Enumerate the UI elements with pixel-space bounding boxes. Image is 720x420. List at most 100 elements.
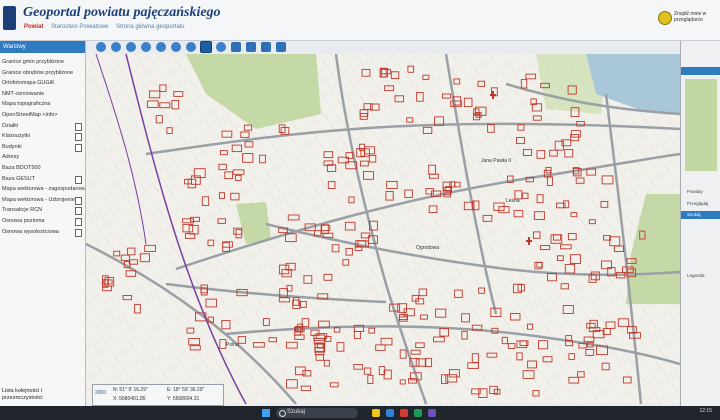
layer-item[interactable]: Klasoużytki	[0, 131, 85, 142]
page-title: Geoportal powiatu pajęczańskiego	[23, 5, 221, 20]
layer-item[interactable]: Transakcje RCN	[0, 205, 85, 216]
full-extent-icon[interactable]	[186, 42, 196, 52]
breadcrumb-item[interactable]: Powiat	[24, 24, 43, 30]
layer-item[interactable]: Baza BDOT500	[0, 163, 85, 174]
taskbar-clock: 12:15	[699, 408, 712, 414]
file-explorer-icon[interactable]	[372, 409, 380, 417]
sidebar-title[interactable]: Warstwy	[0, 41, 85, 53]
coord-e: E: 18° 59' 36.29"	[167, 387, 205, 393]
search-icon	[279, 410, 286, 417]
next-view-icon[interactable]	[171, 42, 181, 52]
layer-item[interactable]: Osnowa wysokościowa	[0, 227, 85, 238]
document-icon[interactable]	[75, 228, 82, 237]
document-icon[interactable]	[75, 217, 82, 226]
breadcrumb-item[interactable]: Starostwo Powiatowe	[51, 24, 108, 30]
layer-label: Mapa topograficzna	[2, 101, 51, 108]
layer-label: Granice gmin przybliżone	[2, 59, 65, 65]
os-taskbar: Szukaj 12:15	[0, 406, 720, 420]
layer-item[interactable]: Mapa topograficzna	[0, 99, 85, 110]
layer-item[interactable]: NMT-cieniowanie	[0, 89, 85, 100]
street-label: Polna	[226, 342, 239, 348]
globe-icon[interactable]	[261, 42, 271, 52]
layer-label: Baza GESUT	[2, 175, 36, 182]
layer-item[interactable]: Działki	[0, 121, 85, 132]
browser-icon[interactable]	[386, 409, 394, 417]
locate-me-widget[interactable]: Znajdź mnie w przeglądarce	[658, 9, 712, 33]
zoom-rect-icon[interactable]	[141, 42, 151, 52]
document-icon[interactable]	[75, 196, 82, 205]
identify-icon[interactable]	[216, 42, 226, 52]
breadcrumb: Powiat Starostwo Powiatowe Strona główna…	[24, 24, 190, 30]
layer-item[interactable]: Adresy	[0, 152, 85, 163]
layer-label: Ortofotomapa GUGiK	[2, 80, 55, 87]
coord-x: X: 5680401.85	[113, 396, 146, 402]
search-placeholder: Szukaj	[287, 409, 306, 415]
layer-item[interactable]: Ortofotomapa GUGiK	[0, 78, 85, 89]
panel-item-search: Szukaj	[687, 212, 701, 217]
right-panel: Powiaty Przeglądaj Szukaj Legenda	[680, 41, 720, 406]
panel-item-browse[interactable]: Przeglądaj	[687, 201, 708, 206]
layer-label: Osnowa wysokościowa	[2, 228, 59, 235]
street-label: Jana Pawła II	[481, 158, 511, 164]
location-pin-icon	[658, 11, 672, 25]
layer-label: Adresy	[2, 154, 20, 161]
panel-item-powiaty[interactable]: Powiaty	[687, 189, 703, 194]
layer-order-label: przezroczystości	[2, 395, 43, 401]
zoom-in-icon[interactable]	[96, 42, 106, 52]
layer-item[interactable]: OpenStreetMap <info>	[0, 110, 85, 121]
layer-label: Klasoużytki	[2, 133, 30, 140]
pan-icon[interactable]	[126, 42, 136, 52]
map-canvas[interactable]: Jana Pawła II Leśna Ogrodowa Polna	[86, 54, 680, 404]
app-header: Geoportal powiatu pajęczańskiego Powiat …	[0, 0, 720, 41]
coat-of-arms-logo	[3, 6, 16, 30]
coord-n: N: 51° 9' 16.29"	[113, 387, 148, 393]
overview-map[interactable]	[685, 79, 717, 171]
layers-sidebar: Warstwy Granice gmin przybliżone Granice …	[0, 41, 86, 406]
layer-label: OpenStreetMap <info>	[2, 111, 58, 118]
layer-item[interactable]: Budynki	[0, 142, 85, 153]
document-icon[interactable]	[75, 143, 82, 152]
document-icon[interactable]	[75, 207, 82, 216]
layer-label: Mapa wektorowa - Uzbrojenie	[2, 196, 75, 203]
measure-icon[interactable]	[231, 42, 241, 52]
document-icon[interactable]	[75, 133, 82, 142]
layer-item[interactable]: Osnowa pozioma	[0, 216, 85, 227]
panel-tab[interactable]	[681, 67, 720, 75]
panel-search-tab[interactable]: Szukaj	[681, 211, 720, 219]
parcel-hatching	[86, 54, 680, 404]
browser-screen: Geoportal powiatu pajęczańskiego Powiat …	[0, 0, 720, 420]
app-icon[interactable]	[400, 409, 408, 417]
layer-item[interactable]: Mapa wektorowa - Uzbrojenie	[0, 195, 85, 206]
coordinates-readout: 2000 N: 51° 9' 16.29" E: 18° 59' 36.29" …	[92, 384, 224, 406]
layer-label: Baza BDOT500	[2, 164, 41, 171]
coord-y: Y: 5568604.31	[167, 396, 200, 402]
taskbar-search[interactable]: Szukaj	[276, 408, 358, 418]
layer-label: Transakcje RCN	[2, 207, 43, 214]
layer-label: Osnowa pozioma	[2, 217, 45, 224]
layer-item[interactable]: Granice obrębów przybliżone	[0, 68, 85, 79]
layer-label: NMT-cieniowanie	[2, 90, 45, 97]
breadcrumb-item[interactable]: Strona główna geoportalu	[116, 24, 184, 30]
layer-label: Mapa wektorowa - zagospodarowanie ter.	[2, 186, 85, 193]
locate-me-label: Znajdź mnie w przeglądarce	[674, 11, 707, 23]
map-svg: Jana Pawła II Leśna Ogrodowa Polna	[86, 54, 680, 404]
street-label: Ogrodowa	[416, 245, 439, 251]
previous-view-icon[interactable]	[156, 42, 166, 52]
layer-order-label: Lista kolejności i	[2, 388, 43, 394]
app-icon[interactable]	[414, 409, 422, 417]
panel-item-legend[interactable]: Legenda	[687, 273, 705, 278]
zoom-out-icon[interactable]	[111, 42, 121, 52]
layer-order-link[interactable]: Lista kolejności i przezroczystości	[2, 388, 43, 402]
document-icon[interactable]	[75, 122, 82, 131]
document-icon[interactable]	[75, 175, 82, 184]
crs-badge[interactable]: 2000	[95, 390, 106, 396]
windows-start-icon[interactable]	[262, 409, 270, 417]
layer-item[interactable]: Baza GESUT	[0, 174, 85, 185]
layer-list: Granice gmin przybliżone Granice obrębów …	[0, 57, 85, 237]
layer-item[interactable]: Mapa wektorowa - zagospodarowanie ter.	[0, 184, 85, 195]
print-icon[interactable]	[246, 42, 256, 52]
layer-item[interactable]: Granice gmin przybliżone	[0, 57, 85, 68]
info-icon[interactable]	[200, 41, 212, 53]
video-icon[interactable]	[276, 42, 286, 52]
app-icon[interactable]	[428, 409, 436, 417]
